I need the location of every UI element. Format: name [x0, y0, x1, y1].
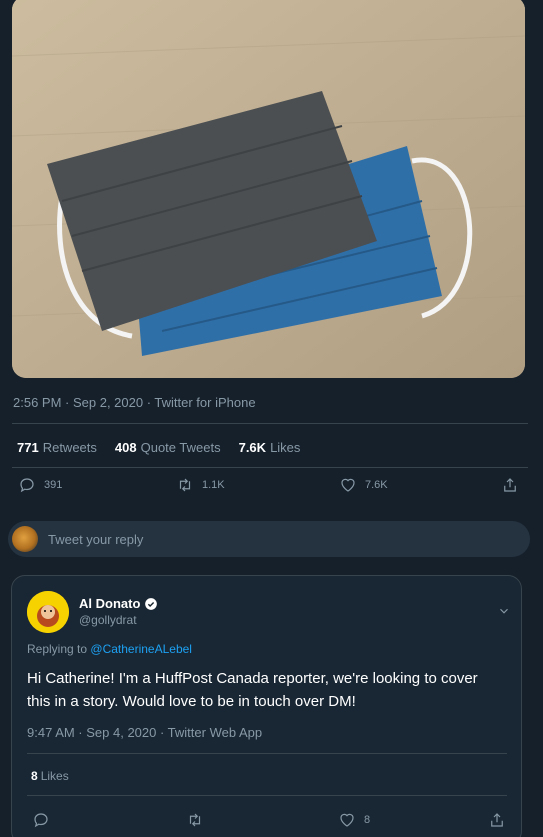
avatar-illustration	[27, 591, 69, 633]
share-icon	[504, 478, 516, 492]
retweet-icon	[189, 813, 201, 827]
divider	[12, 467, 528, 468]
divider	[27, 795, 507, 796]
reply-icon	[20, 478, 34, 493]
mention-link[interactable]: @CatherineALebel	[90, 642, 192, 656]
likes-stat[interactable]: 7.6K Likes	[239, 440, 301, 455]
reply-text: Hi Catherine! I'm a HuffPost Canada repo…	[27, 670, 478, 710]
share-button[interactable]	[501, 476, 519, 494]
reply-tweet-card[interactable]: Al Donato @gollydrat Replying to @Cather…	[11, 575, 522, 837]
reply-button[interactable]: 391	[18, 476, 62, 494]
share-button[interactable]	[488, 811, 506, 829]
verified-badge-icon	[145, 597, 158, 610]
tweet-stats: 771 Retweets 408 Quote Tweets 7.6K Likes	[17, 440, 300, 455]
reply-input[interactable]: Tweet your reply	[48, 532, 143, 547]
face-masks-image	[12, 0, 525, 378]
tweet-action-bar: 391 1.1K 7.6K	[0, 476, 543, 506]
avatar	[12, 526, 38, 552]
retweet-button[interactable]: 1.1K	[176, 476, 225, 494]
like-button[interactable]: 8	[338, 811, 370, 829]
heart-icon	[341, 478, 355, 492]
retweet-button[interactable]	[186, 811, 204, 829]
author-name[interactable]: Al Donato	[79, 596, 158, 611]
reply-action-bar: 8	[12, 811, 521, 835]
author-handle[interactable]: @gollydrat	[79, 613, 137, 627]
retweet-icon	[179, 478, 191, 492]
tweet-timestamp[interactable]: 2:56 PM · Sep 2, 2020 · Twitter for iPho…	[13, 395, 256, 410]
reply-icon	[34, 813, 48, 828]
like-button[interactable]: 7.6K	[339, 476, 388, 494]
divider	[27, 753, 507, 754]
retweets-stat[interactable]: 771 Retweets	[17, 440, 97, 455]
reply-likes-stat[interactable]: 8 Likes	[31, 769, 69, 783]
reply-button[interactable]	[32, 811, 50, 829]
tweet-photo[interactable]	[12, 0, 525, 378]
reply-composer[interactable]: Tweet your reply	[8, 521, 530, 557]
chevron-down-icon[interactable]	[497, 604, 511, 618]
heart-icon	[340, 813, 354, 827]
reply-timestamp[interactable]: 9:47 AM · Sep 4, 2020 · Twitter Web App	[27, 725, 262, 740]
divider	[12, 423, 528, 424]
replying-to: Replying to @CatherineALebel	[27, 642, 192, 656]
quote-tweets-stat[interactable]: 408 Quote Tweets	[115, 440, 221, 455]
avatar[interactable]	[27, 591, 69, 633]
share-icon	[491, 813, 503, 827]
